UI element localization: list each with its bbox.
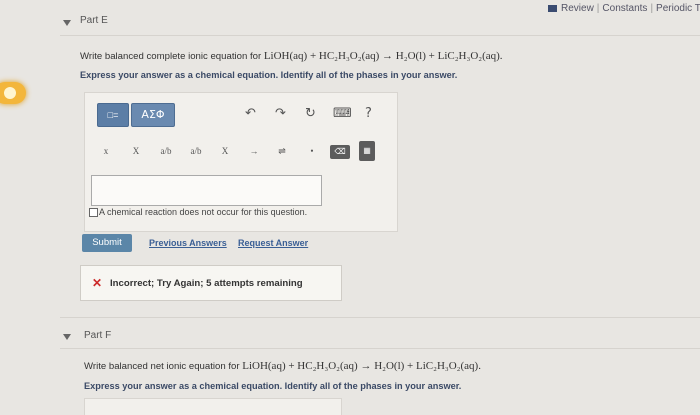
no-reaction-label: A chemical reaction does not occur for t… [99,207,308,217]
templates-button[interactable]: □= [97,103,129,127]
feedback-message: Incorrect; Try Again; 5 attempts remaini… [110,278,303,289]
question-text: Write balanced complete ionic equation f… [80,51,262,62]
part-f-question: Write balanced net ionic equation for Li… [84,360,481,372]
divider [60,348,700,349]
top-links: Review|Constants|Periodic Ta [548,3,700,14]
divider [60,317,700,318]
submit-button[interactable]: Submit [82,234,132,252]
review-link[interactable]: Review [561,3,594,14]
review-icon [548,4,557,12]
part-e-question: Write balanced complete ionic equation f… [80,50,503,62]
fraction-button[interactable]: a/b [156,141,176,161]
delete-button[interactable]: ⌫ [330,145,350,159]
periodic-table-link[interactable]: Periodic Ta [656,3,700,14]
collapse-part-f-icon[interactable] [63,334,71,340]
redo-icon[interactable]: ↷ [275,106,286,121]
part-e-title: Part E [80,15,108,26]
part-e-instruction: Express your answer as a chemical equati… [80,70,458,80]
request-answer-link[interactable]: Request Answer [238,238,308,248]
calculator-icon[interactable]: ▦ [359,141,375,161]
constants-link[interactable]: Constants [602,3,647,14]
greek-symbols-button[interactable]: ΑΣΦ [131,103,175,127]
collapse-part-e-icon[interactable] [63,20,71,26]
question-text: Write balanced net ionic equation for [84,361,240,372]
answer-input[interactable] [91,175,322,206]
undo-icon[interactable]: ↶ [245,106,256,121]
equilibrium-arrow-button[interactable]: ⇌ [272,141,292,161]
part-f-instruction: Express your answer as a chemical equati… [84,381,462,391]
superscript-button[interactable]: x [96,141,116,161]
fraction-alt-button[interactable]: a/b [186,141,206,161]
bookmark-marker-icon [0,82,26,104]
keyboard-icon[interactable]: ⌨ [333,106,352,121]
previous-answers-link[interactable]: Previous Answers [149,238,227,248]
reaction-arrow-button[interactable]: → [244,141,264,161]
subscript-button[interactable]: X [126,141,146,161]
incorrect-icon: ✕ [92,276,103,290]
help-icon[interactable]: ? [365,106,372,121]
chemical-equation: LiOH(aq) + HC₂H₃O₂(aq) → H₂O(l) + LiC₂H₃… [263,50,503,62]
reset-icon[interactable]: ↻ [305,106,316,121]
part-f-title: Part F [84,330,112,341]
divider [60,35,700,36]
strike-button[interactable]: X [215,141,235,161]
no-reaction-checkbox[interactable] [89,208,98,217]
answer-editor [84,398,342,415]
dot-button[interactable]: • [302,141,322,161]
chemical-equation: LiOH(aq) + HC₂H₃O₂(aq) → H₂O(l) + LiC₂H₃… [242,360,481,372]
